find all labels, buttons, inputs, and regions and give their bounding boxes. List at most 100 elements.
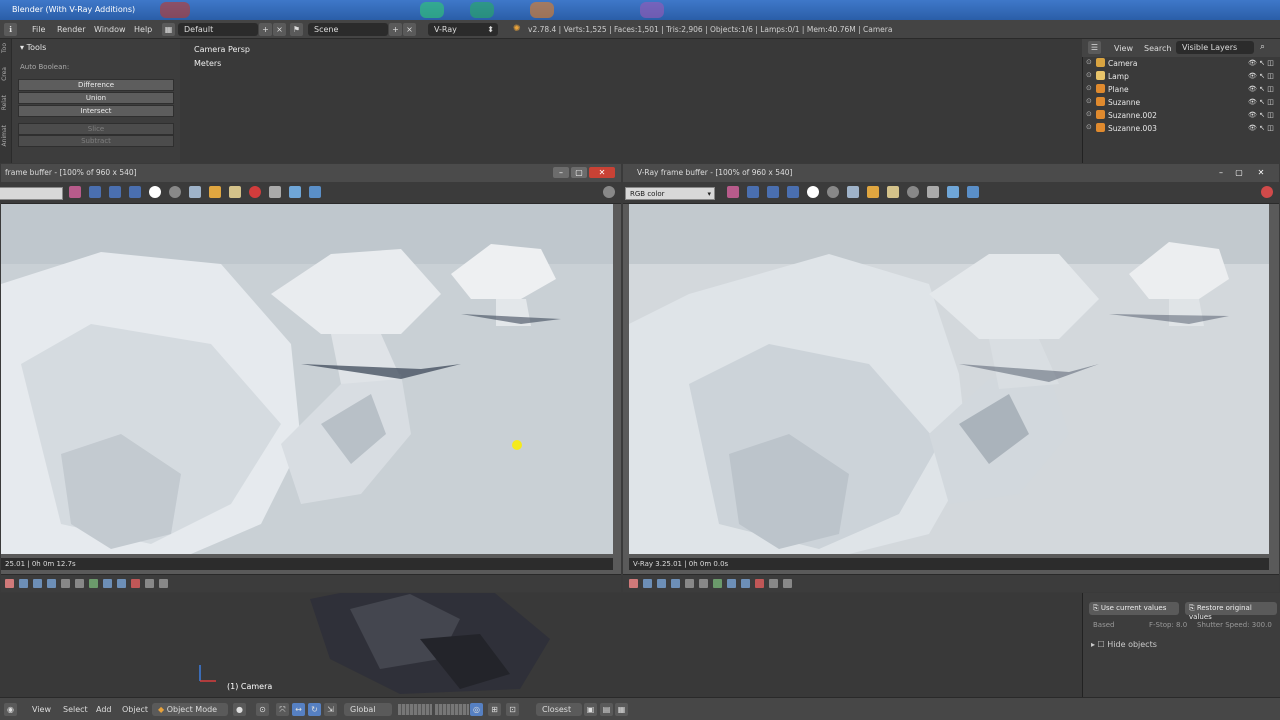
layout-select[interactable]: Default (178, 23, 258, 36)
levels-icon[interactable] (643, 579, 652, 588)
tab-relations[interactable]: Relat (1, 95, 11, 110)
expand-icon[interactable]: ⊙ (1086, 84, 1092, 92)
channel-select[interactable]: ▾ (0, 187, 63, 200)
outliner-item[interactable]: ⊙ Suzanne.003 👁 ↖ ◫ (1084, 122, 1280, 135)
translate-icon[interactable]: ↔ (292, 703, 305, 716)
menu-add[interactable]: Add (96, 705, 112, 714)
boolean-union-button[interactable]: Union (18, 92, 174, 104)
maximize-button[interactable]: ▢ (1231, 167, 1247, 178)
red-channel-icon[interactable] (747, 186, 759, 198)
pixel-info-icon[interactable] (755, 579, 764, 588)
save-icon[interactable] (847, 186, 859, 198)
outliner-item[interactable]: ⊙ Suzanne 👁 ↖ ◫ (1084, 96, 1280, 109)
visibility-icon[interactable]: 👁 ↖ ◫ (1248, 85, 1274, 93)
green-channel-icon[interactable] (109, 186, 121, 198)
layer-buttons[interactable] (398, 704, 432, 715)
track-mouse-icon[interactable] (927, 186, 939, 198)
scene-icon[interactable]: ⚑ (290, 23, 303, 36)
vflip-icon[interactable] (159, 579, 168, 588)
menu-select[interactable]: Select (63, 705, 88, 714)
menu-help[interactable]: Help (134, 25, 152, 34)
remove-layout-icon[interactable]: × (273, 23, 286, 36)
vfb-right-titlebar[interactable]: V-Ray frame buffer - [100% of 960 x 540]… (623, 164, 1279, 182)
stop-render-icon[interactable] (907, 186, 919, 198)
expand-icon[interactable]: ⊙ (1086, 123, 1092, 131)
outliner-item[interactable]: ⊙ Suzanne.002 👁 ↖ ◫ (1084, 109, 1280, 122)
vfb-right-render-image[interactable] (629, 204, 1269, 554)
menu-view[interactable]: View (32, 705, 51, 714)
close-button[interactable]: ✕ (589, 167, 615, 178)
render-icon[interactable] (1261, 186, 1273, 198)
color-correction-icon[interactable] (69, 186, 81, 198)
clear-icon[interactable] (229, 186, 241, 198)
expand-icon[interactable]: ⊙ (1086, 110, 1092, 118)
load-icon[interactable] (867, 186, 879, 198)
remove-scene-icon[interactable]: × (403, 23, 416, 36)
snap-element-icon[interactable]: ⊡ (506, 703, 519, 716)
menu-window[interactable]: Window (94, 25, 126, 34)
restore-original-values-button[interactable]: ⎘ Restore original values (1185, 602, 1277, 621)
minimize-button[interactable]: – (553, 167, 569, 178)
add-scene-icon[interactable]: + (389, 23, 402, 36)
mono-icon[interactable] (827, 186, 839, 198)
green-channel-icon[interactable] (767, 186, 779, 198)
srgb-icon[interactable] (685, 579, 694, 588)
region-icon[interactable] (947, 186, 959, 198)
scene-select[interactable]: Scene (308, 23, 388, 36)
use-current-values-button[interactable]: ⎘ Use current values (1089, 602, 1179, 615)
visibility-icon[interactable]: 👁 ↖ ◫ (1248, 98, 1274, 106)
outliner-item[interactable]: ⊙ Camera 👁 ↖ ◫ (1084, 57, 1280, 70)
close-button[interactable]: ✕ (1253, 167, 1269, 178)
add-layout-icon[interactable]: + (259, 23, 272, 36)
hide-objects-toggle[interactable]: ▸ ☐ Hide objects (1091, 640, 1157, 649)
save-icon[interactable] (189, 186, 201, 198)
compare-icon[interactable] (967, 186, 979, 198)
expand-icon[interactable]: ⊙ (1086, 97, 1092, 105)
clear-icon[interactable] (887, 186, 899, 198)
opengl-render-icon[interactable]: ▣ (584, 703, 597, 716)
layer-buttons[interactable] (435, 704, 469, 715)
mono-icon[interactable] (169, 186, 181, 198)
orientation-select[interactable]: Global (344, 703, 392, 716)
outliner-filter-select[interactable]: Visible Layers (1176, 41, 1254, 54)
settings-icon[interactable] (603, 186, 615, 198)
outliner-type-icon[interactable]: ☰ (1088, 41, 1101, 54)
search-icon[interactable]: ⌕ (1260, 42, 1265, 52)
menu-file[interactable]: File (32, 25, 45, 34)
exposure-icon[interactable] (671, 579, 680, 588)
exposure-icon[interactable] (47, 579, 56, 588)
proportional-edit-icon[interactable]: ◎ (470, 703, 483, 716)
vfb-left-render-image[interactable] (1, 204, 613, 554)
color-correction-icon[interactable] (727, 186, 739, 198)
curves-icon[interactable] (33, 579, 42, 588)
lut-icon[interactable] (699, 579, 708, 588)
visibility-icon[interactable]: 👁 ↖ ◫ (1248, 111, 1274, 119)
render-layers-icon[interactable]: ▦ (615, 703, 628, 716)
layout-icon[interactable]: ▦ (162, 23, 175, 36)
menu-object[interactable]: Object (122, 705, 148, 714)
menu-render[interactable]: Render (57, 25, 85, 34)
lens-effects-icon[interactable] (5, 579, 14, 588)
boolean-intersect-button[interactable]: Intersect (18, 105, 174, 117)
compare-icon[interactable] (309, 186, 321, 198)
red-channel-icon[interactable] (89, 186, 101, 198)
snap-target-select[interactable]: Closest (536, 703, 582, 716)
viewport-shading-icon[interactable]: ● (233, 703, 246, 716)
levels-icon[interactable] (19, 579, 28, 588)
editor-type-icon[interactable]: ◉ (4, 703, 17, 716)
manipulator-icon[interactable]: ⤧ (276, 703, 289, 716)
shutter-speed-field[interactable]: Shutter Speed: 300.0 (1197, 621, 1272, 629)
visibility-icon[interactable]: 👁 ↖ ◫ (1248, 59, 1274, 67)
maximize-button[interactable]: ▢ (571, 167, 587, 178)
track-mouse-icon[interactable] (269, 186, 281, 198)
pixel-info-icon[interactable] (131, 579, 140, 588)
scale-icon[interactable]: ⇲ (324, 703, 337, 716)
lens-effects-icon[interactable] (629, 579, 638, 588)
region-icon[interactable] (289, 186, 301, 198)
expand-icon[interactable]: ⊙ (1086, 58, 1092, 66)
alpha-icon[interactable] (807, 186, 819, 198)
tab-animation[interactable]: Animat (1, 125, 11, 146)
hflip-icon[interactable] (145, 579, 154, 588)
vfb-left-titlebar[interactable]: frame buffer - [100% of 960 x 540] – ▢ ✕ (1, 164, 621, 182)
rotate-icon[interactable]: ↻ (308, 703, 321, 716)
